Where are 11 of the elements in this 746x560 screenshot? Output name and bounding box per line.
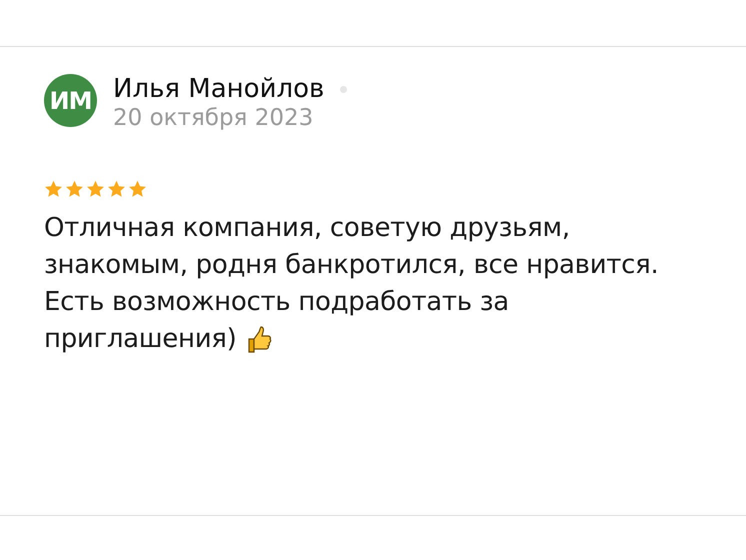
star-icon bbox=[44, 180, 63, 198]
review-date: 20 октября 2023 bbox=[113, 104, 314, 132]
star-icon bbox=[107, 180, 126, 198]
star-icon bbox=[86, 180, 105, 198]
star-icon bbox=[65, 180, 84, 198]
avatar: ИМ bbox=[44, 74, 97, 127]
dot-icon bbox=[340, 86, 348, 92]
star-icon bbox=[128, 180, 147, 198]
author-name: Илья Манойлов bbox=[113, 74, 324, 104]
review-text: приглашения) bbox=[44, 323, 236, 356]
thumbs-up-icon bbox=[246, 326, 272, 354]
